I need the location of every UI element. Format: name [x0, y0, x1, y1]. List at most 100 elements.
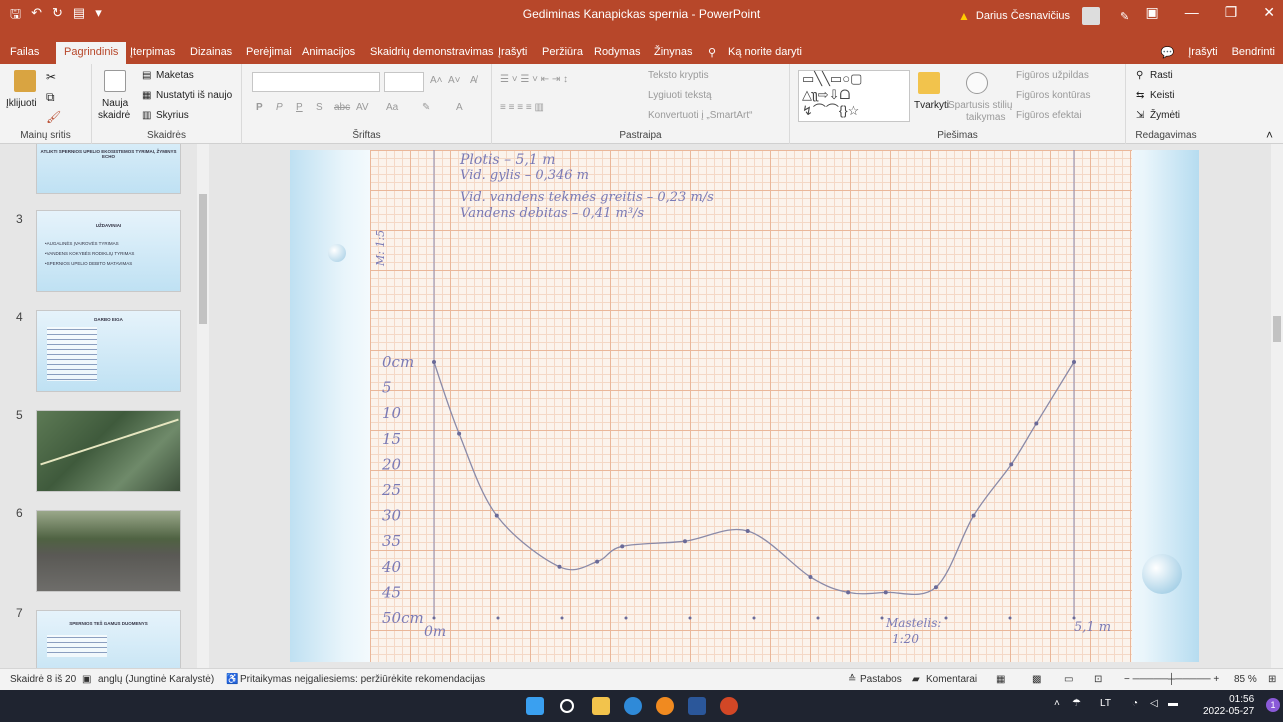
slide[interactable]: Plotis – 5,1 m Vid. gylis – 0,346 m Vid.… [290, 150, 1199, 662]
volume-icon[interactable]: ◁ [1150, 698, 1158, 709]
bullets-icon[interactable]: ☰ ˅ ☰ ˅ ⇤ ⇥ ↕ [500, 74, 568, 85]
slideshow-view-icon[interactable]: ⊡ [1094, 674, 1102, 685]
char-spacing-button[interactable]: AV [356, 102, 369, 113]
canvas-scrollbar[interactable] [1271, 144, 1283, 668]
notes-button[interactable]: Pastabos [860, 674, 902, 685]
search-icon[interactable]: ⚲ [708, 46, 716, 59]
zoom-slider[interactable]: − ─────┼───── + [1124, 674, 1219, 685]
battery-icon[interactable]: ▬ [1168, 698, 1178, 709]
normal-view-icon[interactable]: ▦ [996, 674, 1005, 685]
smartart-button[interactable]: Konvertuoti į „SmartArt“ [648, 110, 752, 121]
layout-icon[interactable]: ▤ [142, 70, 151, 81]
search-taskbar-icon[interactable] [560, 699, 574, 713]
new-slide-button[interactable]: Nauja [102, 98, 128, 109]
thumbnail-4[interactable]: DARBO EIGA [36, 310, 181, 392]
start-icon[interactable] [526, 697, 544, 715]
tray-chevron-icon[interactable]: ˄ [1054, 698, 1060, 709]
shapes-gallery[interactable]: ▭╲╲▭○▢ △ʅʅ⇨⇩ᗝ ↯⌒⌒{}☆ [798, 70, 910, 122]
clock[interactable]: 01:56 2022-05-27 [1203, 694, 1254, 718]
cut-icon[interactable]: ✂ [46, 70, 56, 84]
thumbnail-5[interactable] [36, 410, 181, 492]
warning-icon[interactable]: ▲ [958, 9, 970, 23]
text-direction-button[interactable]: Teksto kryptis [648, 70, 709, 81]
grow-font-icon[interactable]: A˄ [430, 75, 443, 86]
shadow-button[interactable]: S [316, 102, 323, 113]
weather-icon[interactable]: ☂ [1072, 698, 1081, 709]
record-button[interactable]: Įrašyti [1188, 46, 1217, 59]
quick-styles-icon[interactable] [966, 72, 988, 94]
shape-outline-button[interactable]: Figūros kontūras [1016, 90, 1090, 101]
thumbnail-2[interactable]: ATLIKTI SPERNIOS UPELIO EKOSISTEMOS TYRI… [36, 144, 181, 194]
fit-to-window-icon[interactable]: ⊞ [1268, 674, 1276, 685]
replace-icon[interactable]: ⇆ [1136, 90, 1144, 101]
tab-home[interactable]: Pagrindinis [56, 42, 127, 64]
comments-status-icon[interactable]: ▰ [912, 674, 920, 685]
quick-styles-button[interactable]: Spartusis stilių [948, 100, 1012, 111]
ribbon-display-icon[interactable]: ▣ [1145, 4, 1158, 21]
chrome-icon[interactable] [656, 697, 674, 715]
find-button[interactable]: Rasti [1150, 70, 1173, 81]
new-slide-icon[interactable] [104, 70, 126, 92]
zoom-level[interactable]: 85 % [1234, 674, 1257, 685]
canvas-scroll-thumb[interactable] [1273, 316, 1281, 342]
reset-button[interactable]: Nustatyti iš naujo [156, 90, 232, 101]
align-text-button[interactable]: Lygiuoti tekstą [648, 90, 712, 101]
tab-file[interactable]: Failas [10, 46, 39, 58]
underline-button[interactable]: P [296, 102, 303, 113]
tab-review[interactable]: Peržiūra [542, 46, 583, 58]
arrange-icon[interactable] [918, 72, 940, 94]
tab-record[interactable]: Įrašyti [498, 46, 527, 58]
new-slide-button-2[interactable]: skaidrė [98, 110, 130, 121]
tell-me-input[interactable]: Ką norite daryti [728, 46, 802, 58]
copy-icon[interactable]: ⧉ [46, 90, 55, 105]
quick-styles-button-2[interactable]: taikymas [966, 112, 1005, 123]
thumbnail-3[interactable]: UŽDAVINIAI •AUGALINĖS ĮVAIROVĖS TYRIMAS … [36, 210, 181, 292]
tab-slideshow[interactable]: Skaidrių demonstravimas [370, 46, 494, 58]
edge-icon[interactable] [624, 697, 642, 715]
bold-button[interactable]: P [256, 102, 263, 113]
notes-icon[interactable]: ≙ [848, 674, 856, 685]
tab-design[interactable]: Dizainas [190, 46, 232, 58]
tab-insert[interactable]: Įterpimas [130, 46, 175, 58]
paste-button[interactable]: Įklijuoti [6, 98, 37, 109]
close-icon[interactable]: ✕ [1263, 4, 1275, 21]
spellcheck-icon[interactable]: ▣ [82, 674, 91, 685]
thumbnails-scroll-thumb[interactable] [199, 194, 207, 324]
comments-icon[interactable]: 💬 [1161, 46, 1175, 59]
font-size-combo[interactable] [384, 72, 424, 92]
maximize-icon[interactable]: ❐ [1225, 4, 1238, 21]
shrink-font-icon[interactable]: A˅ [448, 75, 461, 86]
shape-effects-button[interactable]: Figūros efektai [1016, 110, 1082, 121]
avatar[interactable] [1082, 7, 1101, 25]
language-tray[interactable]: LT [1100, 698, 1111, 709]
tab-animations[interactable]: Animacijos [302, 46, 355, 58]
reading-view-icon[interactable]: ▭ [1064, 674, 1073, 685]
thumbnail-7[interactable]: SPERNIOS TEŠ GAMUS DUOMENYS [36, 610, 181, 668]
find-icon[interactable]: ⚲ [1136, 70, 1143, 81]
slide-sorter-icon[interactable]: ▩ [1032, 674, 1041, 685]
layout-button[interactable]: Maketas [156, 70, 194, 81]
format-painter-icon[interactable]: 🖌 [46, 110, 61, 124]
replace-button[interactable]: Keisti [1150, 90, 1174, 101]
paste-icon[interactable] [14, 70, 36, 92]
section-button[interactable]: Skyrius [156, 110, 189, 121]
collapse-ribbon-icon[interactable]: ˄ [1266, 128, 1273, 142]
notification-badge[interactable]: 1 [1266, 698, 1280, 712]
section-icon[interactable]: ▥ [142, 110, 151, 121]
font-name-combo[interactable] [252, 72, 380, 92]
share-button[interactable]: Bendrinti [1232, 46, 1275, 59]
minimize-icon[interactable]: — [1185, 4, 1199, 21]
comments-button[interactable]: Komentarai [926, 674, 977, 685]
strike-button[interactable]: abc [334, 102, 350, 113]
change-case-button[interactable]: Aa [386, 102, 398, 113]
accessibility-icon[interactable]: ♿ [226, 674, 238, 685]
tab-transitions[interactable]: Perėjimai [246, 46, 292, 58]
font-color-button[interactable]: A [456, 102, 463, 113]
italic-button[interactable]: P [276, 102, 283, 113]
arrange-button[interactable]: Tvarkyti [914, 100, 949, 111]
file-explorer-icon[interactable] [592, 697, 610, 715]
thumbnails-scrollbar[interactable] [197, 144, 209, 668]
select-icon[interactable]: ⇲ [1136, 110, 1144, 121]
wifi-icon[interactable]: ◔ [1132, 698, 1138, 709]
shape-fill-button[interactable]: Figūros užpildas [1016, 70, 1089, 81]
